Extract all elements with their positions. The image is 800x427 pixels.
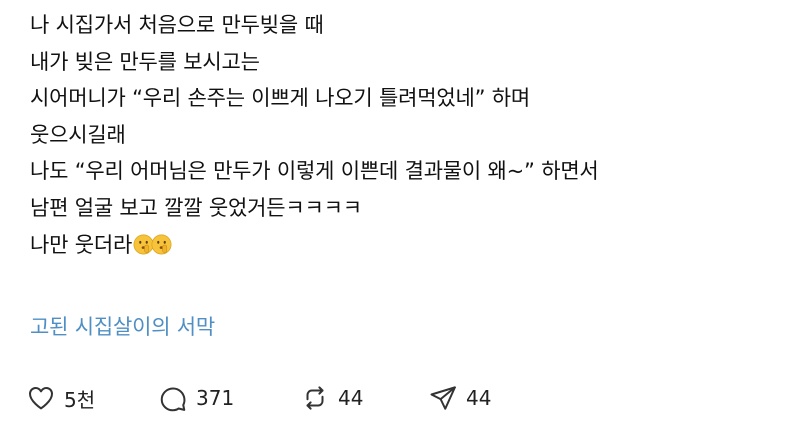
share-button[interactable]: 44 [428,378,491,418]
repost-count: 44 [338,386,364,410]
post-line-text: 나만 웃더라 [30,232,133,257]
post-line-last: 나만 웃더라 [30,227,790,264]
post-line: 나도 “우리 어머님은 만두가 이렇게 이쁜데 결과물이 왜~” 하면서 [30,159,599,184]
action-bar: 5천 371 44 44 [26,378,586,418]
repost-icon [306,386,324,410]
repost-button[interactable]: 44 [300,378,363,418]
shushing-face-emoji [151,234,172,255]
post-line: 나 시집가서 처음으로 만두빚을 때 [30,13,324,37]
post-line: 내가 빚은 만두를 보시고는 [30,49,260,74]
share-count: 44 [466,386,492,410]
comment-icon [160,387,186,412]
reply-count: 371 [196,386,235,410]
post-line: 남편 얼굴 보고 깔깔 웃었거든ㅋㅋㅋㅋ [30,195,362,220]
post-text: 나 시집가서 처음으로 만두빚을 때 내가 빚은 만두를 보시고는 시어머니가 … [30,7,790,263]
like-button[interactable]: 5천 [26,378,95,418]
heart-icon [29,387,53,410]
like-count: 5천 [64,387,96,412]
post-body: 나 시집가서 처음으로 만두빚을 때 내가 빚은 만두를 보시고는 시어머니가 … [30,0,790,263]
post-line: 웃으시길래 [30,122,126,147]
reply-button[interactable]: 371 [158,378,234,418]
send-icon [430,386,456,410]
post-line: 시어머니가 “우리 손주는 이쁘게 나오기 틀려먹었네” 하며 [30,86,530,111]
thread-title-link[interactable]: 고된 시집살이의 서막 [30,309,215,345]
